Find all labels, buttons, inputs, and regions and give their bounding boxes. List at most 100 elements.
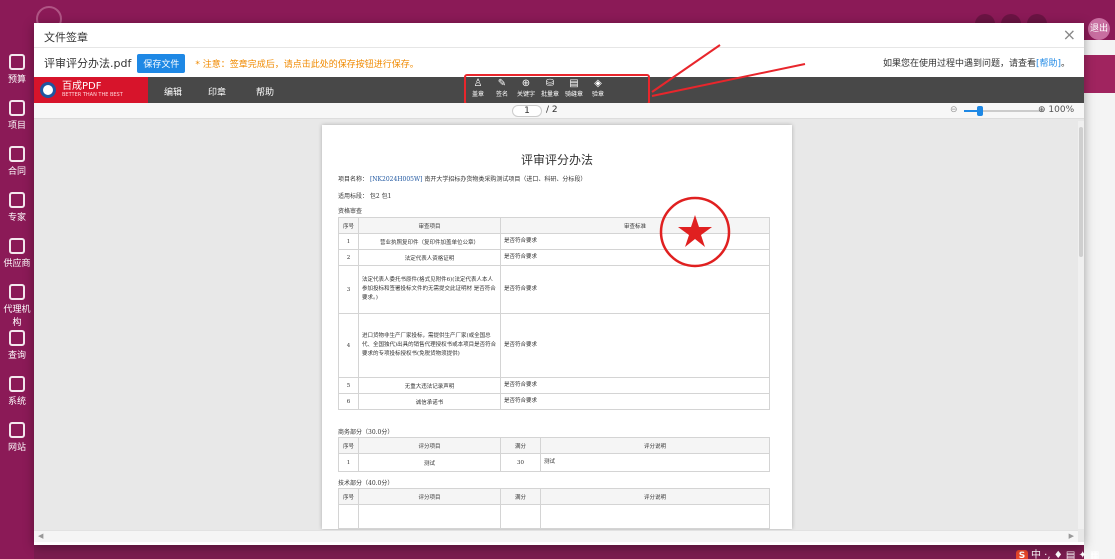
table-cell: 诚信承诺书 — [358, 393, 501, 410]
header-cell: 满分 — [500, 488, 541, 505]
menu-help[interactable]: 帮助 — [256, 85, 274, 98]
table-cell: 法定代表人委托书原件(格式见附件6)(法定代表人本人参加投标和签署投标文件的无需… — [358, 265, 501, 314]
section-qualification: 资格审查 — [338, 208, 363, 215]
table-cell: 4 — [338, 313, 359, 378]
company-seal — [659, 196, 731, 268]
table-row: 3 法定代表人委托书原件(格式见附件6)(法定代表人本人参加投标和签署投标文件的无… — [338, 265, 770, 314]
table-row: 5 无重大违法记录声明 是否符合要求 — [338, 377, 770, 394]
ime-status: 中 ·, ♦ ▤ ✦ ▦ — [1031, 550, 1100, 559]
project-label: 项目名称： — [338, 176, 369, 183]
sidebar-item-label: 网站 — [7, 443, 26, 453]
table-cell: 测试 — [358, 453, 501, 472]
sidebar-item-label: 代理机构 — [3, 305, 31, 328]
ime-toolbar[interactable]: S中 ·, ♦ ▤ ✦ ▦ — [1016, 546, 1100, 559]
pdf-viewer: 百成PDF BETTER THAN THE BEST 编辑 印章 帮助 ♙ 盖章 ✎… — [34, 74, 1084, 542]
brand-name: 百成PDF — [62, 80, 102, 92]
table-cell: 6 — [338, 393, 359, 410]
sidebar-item[interactable]: 代理机构 — [0, 284, 34, 328]
file-signature-dialog: 文件签章 × 评审评分办法.pdf 保存文件 * 注意：签章完成后，请点击此处的… — [34, 23, 1084, 545]
project-code: [NK2024H005W] — [369, 176, 423, 183]
table-cell: 是否符合要求 — [500, 313, 770, 378]
help-text: 如果您在使用过程中遇到问题，请查看[帮助]。 — [883, 56, 1070, 69]
menu-seal[interactable]: 印章 — [208, 85, 226, 98]
sidebar-item-label: 项目 — [7, 121, 26, 131]
save-notice: * 注意：签章完成后，请点击此处的保存按钮进行保存。 — [195, 59, 419, 70]
header-cell: 满分 — [500, 437, 541, 454]
sidebar-item[interactable]: 供应商 — [0, 238, 34, 269]
nav-icon — [9, 376, 25, 392]
help-prefix: 如果您在使用过程中遇到问题，请查看 — [882, 59, 1036, 69]
save-file-button[interactable]: 保存文件 — [137, 53, 186, 73]
table-cell: 法定代表人资格证明 — [358, 249, 501, 266]
dialog-title: 文件签章 — [44, 31, 88, 44]
table-cell: 是否符合要求 — [500, 377, 770, 394]
lots-line: 适用标段： 包2 包1 — [338, 193, 392, 200]
table-row — [338, 504, 770, 529]
doc-title: 评审评分办法 — [520, 153, 593, 167]
nav-icon — [9, 146, 25, 162]
table-cell: 营业执照复印件（复印件加盖单位公章） — [358, 233, 501, 250]
table-cell: 2 — [338, 249, 359, 266]
page-number-input[interactable]: 1 — [512, 105, 542, 117]
zoom-slider-handle[interactable] — [977, 106, 983, 116]
header-cell: 序号 — [338, 437, 359, 454]
sidebar-item-label: 预算 — [7, 75, 26, 85]
business-table: 序号 评分项目 满分 评分说明 1 测试 30 测试 — [338, 437, 770, 472]
page-total: / 2 — [546, 105, 558, 115]
scroll-left-icon[interactable]: ◀ — [38, 532, 43, 540]
sidebar-item[interactable]: 系统 — [0, 376, 34, 407]
vertical-scrollbar-thumb[interactable] — [1079, 127, 1083, 257]
project-name: 南开大学招标办货物类采购测试项目（进口、科研、分标段） — [424, 176, 587, 183]
zoom-in-icon[interactable]: ⊕ 100% — [1038, 105, 1074, 115]
header-cell: 序号 — [338, 488, 359, 505]
taskbar — [34, 545, 1084, 559]
section-technical: 技术部分（40.0分） — [338, 480, 394, 487]
table-cell: 30 — [500, 453, 541, 472]
sidebar-item[interactable]: 预算 — [0, 54, 34, 85]
close-icon[interactable]: × — [1063, 25, 1076, 44]
sidebar-item[interactable]: 查询 — [0, 330, 34, 361]
nav-icon — [9, 192, 25, 208]
pdf-brand: 百成PDF BETTER THAN THE BEST — [34, 77, 148, 103]
header-cell: 序号 — [338, 217, 359, 234]
table-cell: 是否符合要求 — [500, 393, 770, 410]
table-row: 4 进口货物非生产厂家投标，需提供生产厂家(或全国总代、全国独代)出具的销售代理授… — [338, 313, 770, 378]
section-business: 商务部分（30.0分） — [338, 429, 394, 436]
scroll-right-icon[interactable]: ▶ — [1069, 532, 1074, 540]
table-row: 6 诚信承诺书 是否符合要求 — [338, 393, 770, 410]
pdf-page: 评审评分办法 项目名称： [NK2024H005W] 南开大学招标办货物类采购测… — [322, 125, 792, 529]
zoom-out-icon[interactable]: ⊖ — [950, 105, 958, 115]
table-cell: 3 — [338, 265, 359, 314]
technical-table: 序号 评分项目 满分 评分说明 — [338, 488, 770, 529]
sidebar-item-label: 查询 — [7, 351, 26, 361]
nav-icon — [9, 54, 25, 70]
help-link[interactable]: [帮助] — [1036, 59, 1061, 69]
ime-logo-icon: S — [1016, 550, 1028, 559]
table-cell: 是否符合要求 — [500, 265, 770, 314]
nav-icon — [9, 238, 25, 254]
menu-edit[interactable]: 编辑 — [164, 85, 182, 98]
sidebar-item-label: 供应商 — [3, 259, 31, 269]
project-line: 项目名称： [NK2024H005W] 南开大学招标办货物类采购测试项目（进口、… — [338, 174, 586, 183]
pdf-toolbar: 百成PDF BETTER THAN THE BEST 编辑 印章 帮助 ♙ 盖章 ✎… — [34, 74, 1084, 105]
header-cell: 评分项目 — [358, 488, 501, 505]
sidebar-item[interactable]: 专家 — [0, 192, 34, 223]
annotation-highlight-box — [464, 74, 650, 105]
nav-icon — [9, 284, 25, 300]
table-header-row: 序号 评分项目 满分 评分说明 — [338, 488, 770, 505]
brand-logo-icon — [40, 82, 56, 98]
sidebar-item[interactable]: 网站 — [0, 422, 34, 453]
sidebar-item[interactable]: 项目 — [0, 100, 34, 131]
sidebar-item-label: 系统 — [7, 397, 26, 407]
sidebar-item[interactable]: 合同 — [0, 146, 34, 177]
table-cell: 5 — [338, 377, 359, 394]
pager-bar: 1 / 2 ⊖ ⊕ 100% — [34, 103, 1084, 119]
table-cell: 进口货物非生产厂家投标，需提供生产厂家(或全国总代、全国独代)出具的销售代理授权… — [358, 313, 501, 378]
help-suffix: 。 — [1060, 59, 1070, 69]
nav-icon — [9, 330, 25, 346]
seal-star-icon — [678, 215, 712, 247]
table-cell: 测试 — [540, 453, 770, 472]
horizontal-scrollbar[interactable]: ◀ ▶ — [34, 530, 1078, 542]
header-cell: 评分说明 — [540, 437, 770, 454]
logout-button[interactable]: 退出 — [1088, 18, 1110, 40]
